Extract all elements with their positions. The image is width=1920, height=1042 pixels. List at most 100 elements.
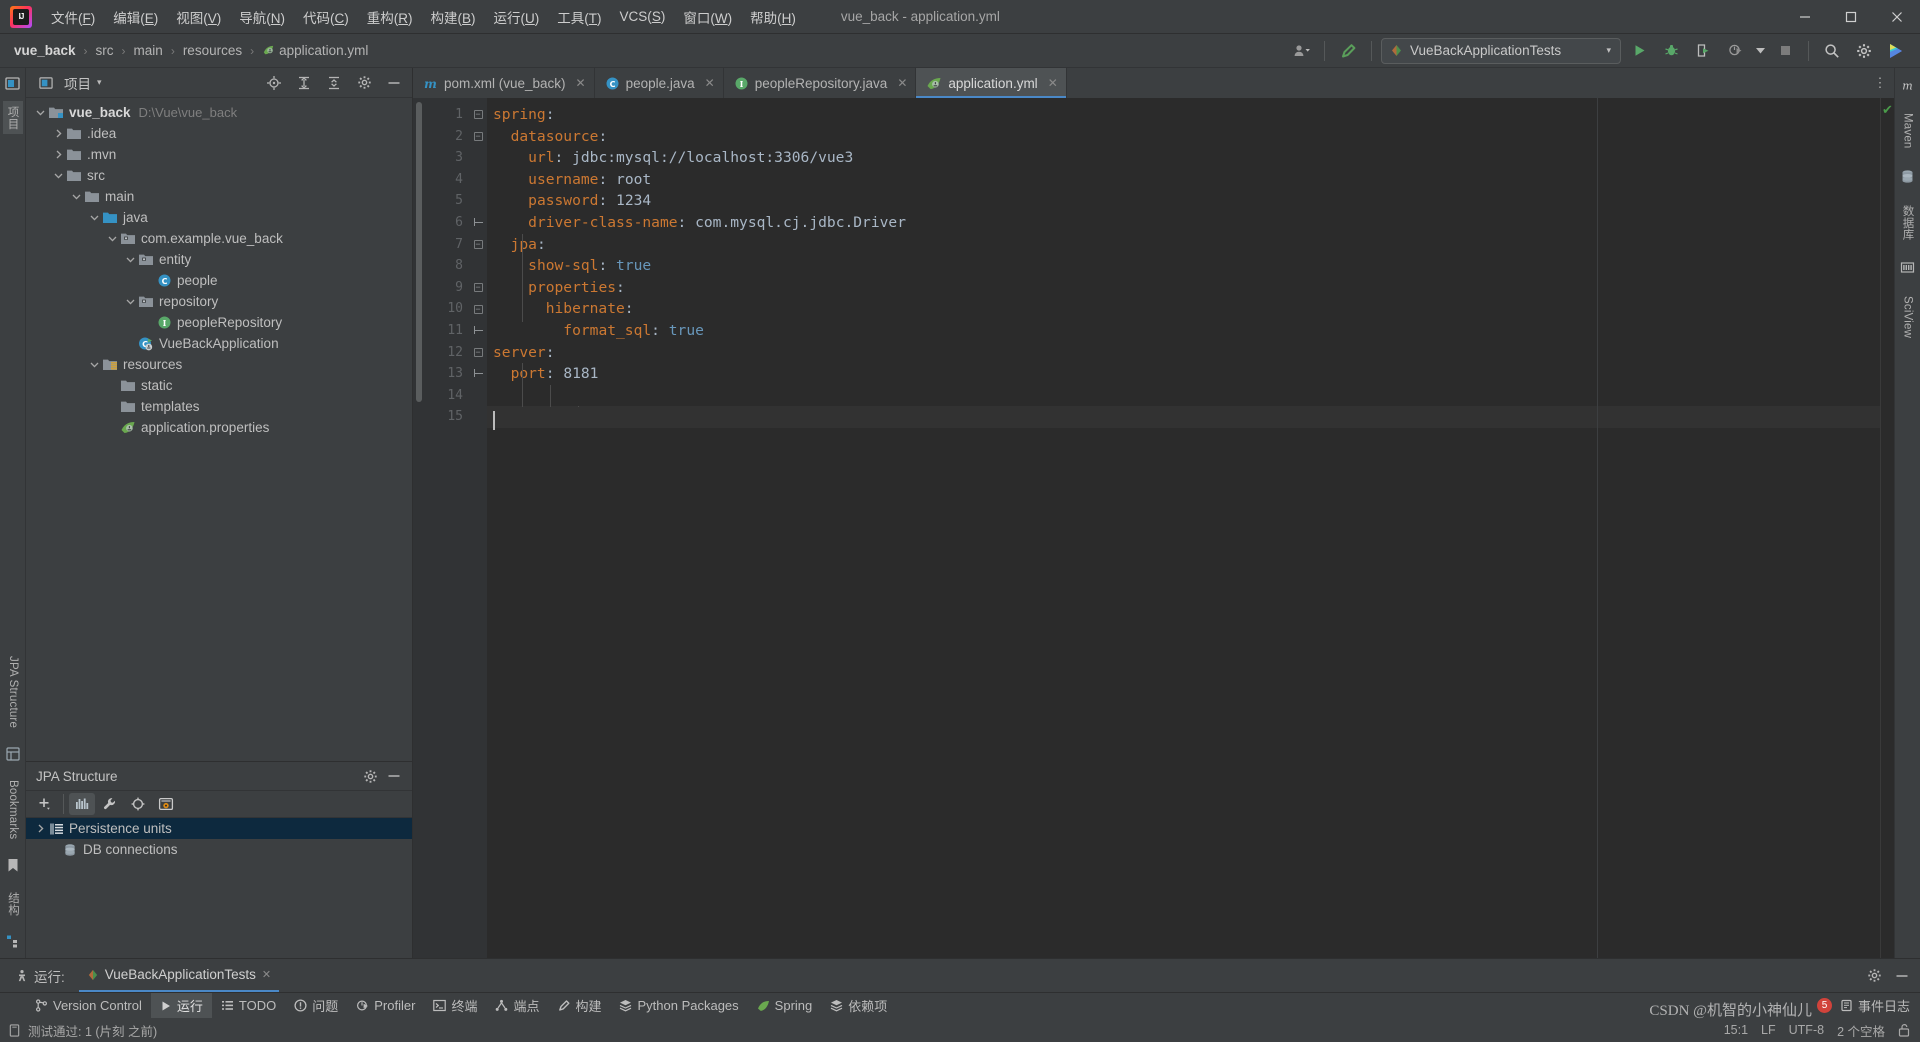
menu-item-7[interactable]: 运行(U) (485, 3, 549, 31)
chevron-down-icon[interactable] (34, 108, 47, 117)
run-settings-icon[interactable] (1862, 965, 1886, 987)
gutter-scroll-track[interactable] (413, 98, 425, 958)
database-icon[interactable] (1899, 168, 1917, 186)
chevron-down-icon[interactable] (88, 360, 101, 369)
source-code[interactable]: spring: datasource: url: jdbc:mysql://lo… (487, 98, 1880, 428)
close-icon[interactable]: ✕ (1048, 76, 1058, 90)
bottom-tab-python-packages[interactable]: Python Packages (610, 993, 747, 1019)
tree-node-vuebackapplication[interactable]: C VueBackApplication (26, 333, 412, 354)
tree-node-com.example.vue_back[interactable]: com.example.vue_back (26, 228, 412, 249)
sidebar-item-sciview[interactable]: SciView (1900, 291, 1916, 343)
hide-panel-icon[interactable] (382, 72, 406, 94)
menu-item-4[interactable]: 代码(C) (294, 3, 358, 31)
ide-assistant-icon[interactable] (1882, 38, 1910, 64)
editor-tab-pom.xml--vue_back-[interactable]: m pom.xml (vue_back) ✕ (413, 68, 595, 98)
breadcrumb-item-2[interactable]: main (130, 41, 167, 60)
structure-icon[interactable] (4, 932, 22, 950)
fold-marker[interactable]: − (469, 277, 487, 299)
run-with-coverage-button[interactable] (1689, 38, 1717, 64)
debug-button[interactable] (1657, 38, 1685, 64)
jpa-tree[interactable]: Persistence units DB connections (26, 818, 412, 958)
menu-item-5[interactable]: 重构(R) (358, 3, 422, 31)
bottom-tab-todo[interactable]: TODO (212, 993, 285, 1019)
bottom-tab-event-log[interactable]: 事件日志 (1840, 996, 1910, 1015)
error-stripe[interactable]: ✔ (1880, 98, 1894, 958)
wrench-icon[interactable] (97, 793, 123, 815)
unlock-icon[interactable] (1898, 1023, 1910, 1037)
bottom-tab-终端[interactable]: 终端 (424, 993, 486, 1019)
run-button[interactable] (1625, 38, 1653, 64)
menu-item-11[interactable]: 帮助(H) (741, 3, 805, 31)
bottom-tab-端点[interactable]: 端点 (486, 993, 548, 1019)
bottom-tab-运行[interactable]: 运行 (150, 992, 212, 1019)
sidebar-item-structure[interactable]: 结构 (3, 887, 23, 920)
bottom-tab-version-control[interactable]: Version Control (26, 993, 151, 1019)
maximize-button[interactable] (1828, 0, 1874, 34)
fold-marker[interactable] (469, 363, 487, 385)
fold-marker[interactable]: − (469, 104, 487, 126)
search-icon[interactable] (1818, 38, 1846, 64)
editor-tab-application.yml[interactable]: application.yml ✕ (916, 68, 1067, 98)
project-settings-icon[interactable] (352, 72, 376, 94)
bottom-tab-spring[interactable]: Spring (748, 993, 822, 1019)
sciview-icon[interactable] (1899, 259, 1917, 277)
breadcrumb-item-1[interactable]: src (92, 41, 118, 60)
tree-node-resources[interactable]: resources (26, 354, 412, 375)
code-area[interactable]: 1 2 3 4 5 6 7 8 9 10 11 12 13 14 15 − − − − − − spring: dat… (413, 98, 1894, 958)
sidebar-item-jpa-structure[interactable]: JPA Structure (5, 651, 21, 733)
scrollbar-thumb[interactable] (416, 102, 422, 402)
fold-marker[interactable]: − (469, 298, 487, 320)
close-icon[interactable]: ✕ (705, 76, 715, 90)
tree-node-.mvn[interactable]: .mvn (26, 144, 412, 165)
run-tab[interactable]: VueBackApplicationTests ✕ (78, 959, 280, 992)
bookmark-icon[interactable] (4, 857, 22, 875)
menu-item-2[interactable]: 视图(V) (167, 3, 230, 31)
chevron-down-icon[interactable] (88, 213, 101, 222)
tree-node-repository[interactable]: repository (26, 291, 412, 312)
chevron-right-icon[interactable] (34, 824, 47, 833)
minimize-button[interactable] (1782, 0, 1828, 34)
tree-node-.idea[interactable]: .idea (26, 123, 412, 144)
tree-node-entity[interactable]: entity (26, 249, 412, 270)
menu-item-10[interactable]: 窗口(W) (674, 3, 741, 31)
jpa-hide-icon[interactable] (382, 765, 406, 787)
menu-item-0[interactable]: 文件(F) (42, 3, 104, 31)
chevron-down-icon[interactable] (70, 192, 83, 201)
breadcrumb-item-3[interactable]: resources (179, 41, 246, 60)
tree-node-main[interactable]: main (26, 186, 412, 207)
chart-icon[interactable] (69, 793, 95, 815)
sidebar-item-maven[interactable]: Maven (1900, 108, 1916, 154)
file-encoding[interactable]: UTF-8 (1789, 1023, 1824, 1037)
tree-node-vue_back[interactable]: vue_back D:\Vue\vue_back (26, 102, 412, 123)
jpa-settings-icon[interactable] (358, 765, 382, 787)
tree-node-templates[interactable]: templates (26, 396, 412, 417)
chevron-down-icon[interactable] (124, 255, 137, 264)
menu-item-3[interactable]: 导航(N) (230, 3, 294, 31)
sidebar-item-bookmarks[interactable]: Bookmarks (5, 775, 21, 844)
tree-node-peoplerepository[interactable]: IpeopleRepository (26, 312, 412, 333)
bottom-tab-依赖项[interactable]: 依赖项 (821, 993, 896, 1019)
chevron-down-icon[interactable] (106, 234, 119, 243)
sidebar-item-project[interactable]: 项目 (2, 101, 23, 135)
expand-all-icon[interactable] (292, 72, 316, 94)
close-icon[interactable]: ✕ (576, 76, 586, 90)
fold-marker[interactable]: − (469, 342, 487, 364)
menu-item-1[interactable]: 编辑(E) (104, 3, 167, 31)
event-badge[interactable]: 5 (1816, 998, 1832, 1013)
indent-setting[interactable]: 2 个空格 (1837, 1021, 1885, 1040)
run-configuration-selector[interactable]: VueBackApplicationTests ▾ (1381, 37, 1621, 64)
bottom-tab-构建[interactable]: 构建 (548, 993, 610, 1019)
breadcrumb-item-0[interactable]: vue_back (10, 41, 80, 60)
line-separator[interactable]: LF (1761, 1023, 1776, 1037)
menu-item-8[interactable]: 工具(T) (548, 3, 610, 31)
chevron-down-icon[interactable] (52, 171, 65, 180)
tree-node-static[interactable]: static (26, 375, 412, 396)
maven-icon[interactable]: m (1899, 76, 1917, 94)
close-button[interactable] (1874, 0, 1920, 34)
locate-file-icon[interactable] (262, 72, 286, 94)
chevron-right-icon[interactable] (52, 150, 65, 159)
code-folding-markers[interactable]: − − − − − − (469, 98, 487, 958)
fold-marker[interactable]: − (469, 126, 487, 148)
jpa-node-persistence-units[interactable]: Persistence units (26, 818, 412, 839)
collapse-all-icon[interactable] (322, 72, 346, 94)
